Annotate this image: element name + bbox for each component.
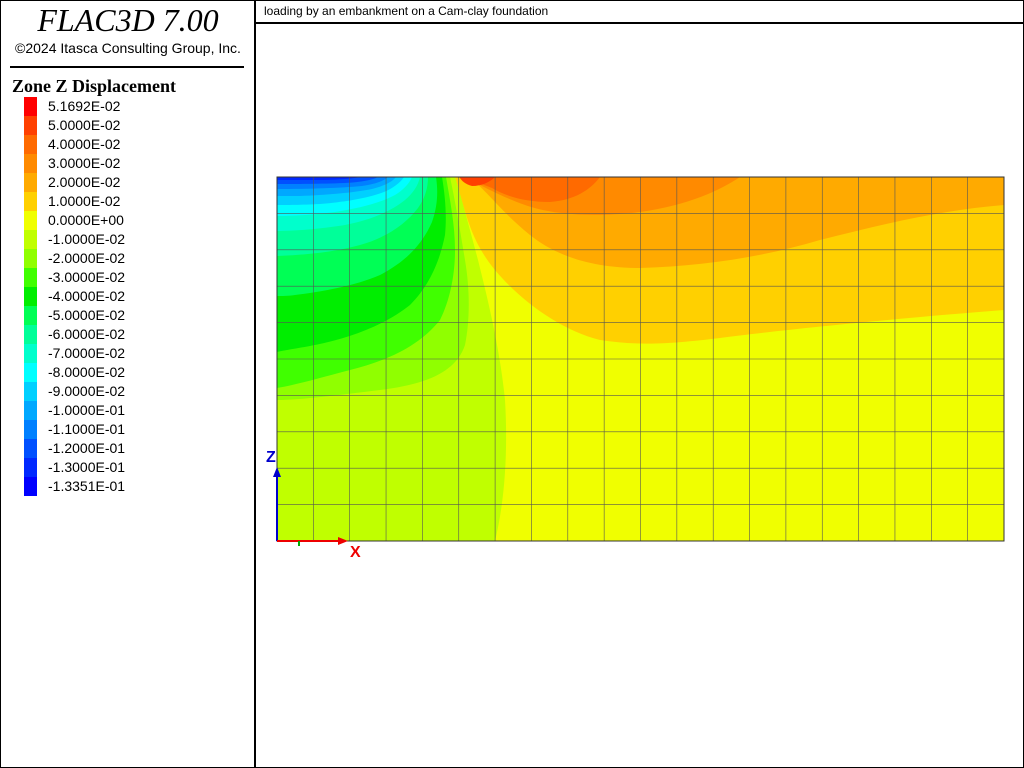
contour-plot: Z X: [266, 176, 1005, 561]
x-axis-label: X: [350, 544, 361, 561]
zone-mesh: [277, 177, 1004, 541]
z-axis-label: Z: [266, 449, 276, 466]
